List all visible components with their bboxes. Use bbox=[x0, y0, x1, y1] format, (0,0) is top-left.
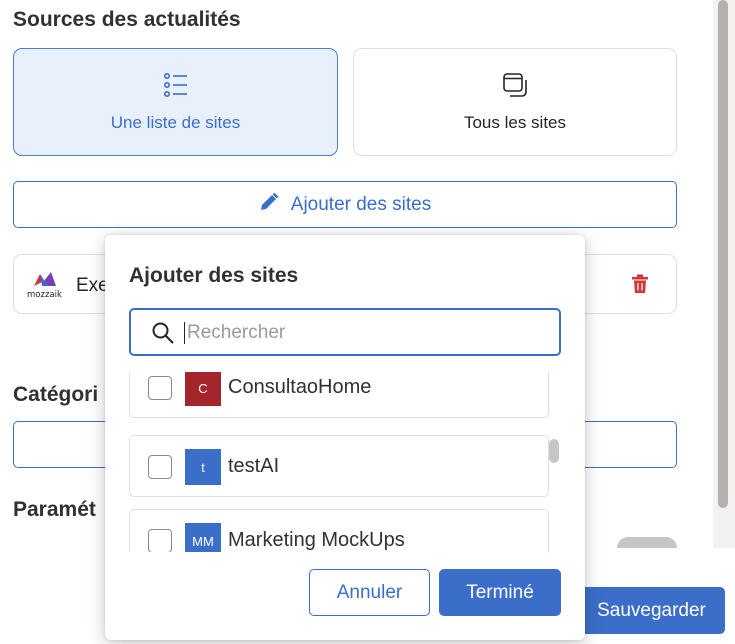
pencil-icon bbox=[259, 192, 279, 218]
site-avatar: MM bbox=[185, 523, 221, 552]
search-box[interactable] bbox=[129, 308, 561, 356]
search-icon bbox=[151, 321, 175, 350]
bullet-list-icon bbox=[163, 72, 189, 103]
add-sites-button[interactable]: Ajouter des sites bbox=[13, 181, 677, 228]
list-item[interactable]: C ConsultaoHome bbox=[129, 372, 549, 418]
list-scrollbar-thumb[interactable] bbox=[549, 439, 559, 463]
item-checkbox[interactable] bbox=[148, 455, 172, 479]
parameters-label: Paramét bbox=[13, 498, 96, 521]
list-item[interactable]: t testAI bbox=[129, 435, 549, 497]
cancel-button[interactable]: Annuler bbox=[309, 569, 430, 616]
popup-title: Ajouter des sites bbox=[129, 264, 299, 287]
item-checkbox[interactable] bbox=[148, 376, 172, 400]
windows-stack-icon bbox=[502, 72, 528, 103]
item-checkbox[interactable] bbox=[148, 529, 172, 552]
text-caret bbox=[184, 322, 185, 344]
site-name: Marketing MockUps bbox=[228, 529, 405, 551]
source-option-site-list[interactable]: Une liste de sites bbox=[13, 48, 338, 156]
source-option-label: Une liste de sites bbox=[110, 112, 241, 132]
categories-label: Catégori bbox=[13, 383, 99, 406]
add-sites-popup: Ajouter des sites C ConsultaoHome t test… bbox=[105, 235, 585, 640]
page-scrollbar-thumb[interactable] bbox=[718, 0, 728, 508]
section-title: Sources des actualités bbox=[13, 8, 241, 31]
source-option-label: Tous les sites bbox=[463, 112, 567, 132]
source-option-all-sites[interactable]: Tous les sites bbox=[353, 48, 677, 156]
mozzaik-logo: mozzaik bbox=[26, 269, 62, 300]
search-input[interactable] bbox=[187, 319, 547, 347]
site-avatar: C bbox=[185, 372, 221, 406]
svg-text:mozzaik: mozzaik bbox=[27, 290, 62, 299]
add-sites-label: Ajouter des sites bbox=[290, 193, 432, 215]
done-button[interactable]: Terminé bbox=[439, 569, 561, 616]
site-name: ConsultaoHome bbox=[228, 376, 372, 398]
site-list[interactable]: C ConsultaoHome t testAI MM Marketing Mo… bbox=[129, 372, 561, 552]
list-item[interactable]: MM Marketing MockUps bbox=[129, 509, 549, 552]
page-scrollbar[interactable] bbox=[713, 0, 735, 548]
trash-icon[interactable] bbox=[631, 274, 649, 299]
site-avatar: t bbox=[185, 449, 221, 485]
site-name: testAI bbox=[228, 455, 280, 477]
selected-site-name: Exe bbox=[76, 275, 109, 296]
save-button[interactable]: Sauvegarder bbox=[578, 587, 725, 634]
